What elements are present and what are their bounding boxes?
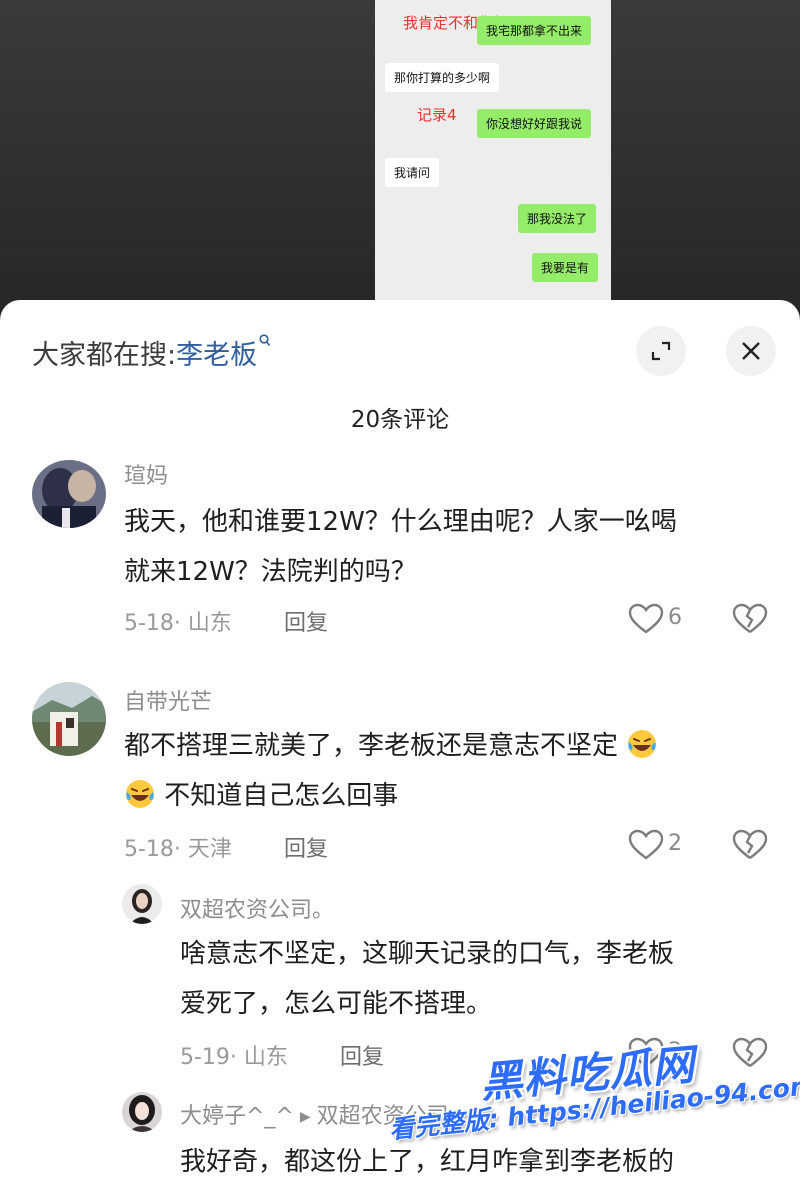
chat-message: 那你打算的多少啊 — [385, 63, 500, 92]
chat-message: 我宅那都拿不出来 — [477, 16, 592, 45]
search-icon — [259, 334, 271, 352]
laugh-cry-emoji-icon — [124, 778, 156, 810]
expand-icon — [651, 341, 671, 361]
comment-date-location: 5-18· 天津 — [124, 837, 232, 862]
chat-red-note: 记录4 — [417, 106, 457, 124]
expand-button[interactable] — [636, 326, 686, 376]
comment-date-location: 5-18· 山东 — [124, 611, 232, 636]
comment-text-line2: 就来12W？法院判的吗？ — [124, 557, 417, 587]
avatar[interactable] — [32, 460, 106, 528]
comment-author[interactable]: 自带光芒 — [124, 684, 212, 716]
comment-text-line2: 不知道自己怎么回事 — [164, 781, 399, 811]
comment-text-line1: 都不搭理三就美了，李老板还是意志不坚定 — [124, 731, 619, 761]
reply-arrow-icon: ▶ — [299, 1109, 311, 1125]
reply-author[interactable]: 大婷子^_^ — [180, 1104, 294, 1129]
reply-author[interactable]: 双超农资公司。 — [180, 892, 334, 924]
reply-text: 啥意志不坚定，这聊天记录的口气，李老板 — [180, 939, 675, 969]
chat-screenshot: 我肯定不和你俩嘎 我宅那都拿不出来 那你打算的多少啊 记录4 你没想好好跟我说 … — [375, 0, 611, 330]
comment-text-line2-wrap: 不知道自己怎么回事 — [124, 772, 398, 820]
dislike-broken-heart-icon[interactable] — [732, 829, 768, 865]
comment-text: 我天，他和谁要12W？什么理由呢？人家一吆喝 — [124, 507, 677, 537]
like-heart-icon[interactable] — [628, 603, 664, 639]
chat-message: 你没想好好跟我说 — [477, 109, 592, 138]
trending-search[interactable]: 大家都在搜: 李老板 — [32, 330, 271, 374]
comment-author[interactable]: 瑄妈 — [124, 458, 168, 490]
reply-button[interactable]: 回复 — [340, 1039, 384, 1071]
video-preview[interactable]: 我肯定不和你俩嘎 我宅那都拿不出来 那你打算的多少啊 记录4 你没想好好跟我说 … — [0, 0, 800, 330]
like-count: 6 — [668, 605, 682, 630]
reply-date-location: 5-19· 山东 — [180, 1045, 288, 1070]
chat-message: 我请问 — [385, 158, 440, 187]
trending-search-label: 大家都在搜: — [32, 339, 177, 371]
trending-search-term[interactable]: 李老板 — [176, 333, 257, 372]
reply-button[interactable]: 回复 — [284, 605, 328, 637]
reply-button[interactable]: 回复 — [284, 831, 328, 863]
chat-message: 我要是有 — [532, 253, 599, 282]
comment-text: 都不搭理三就美了，李老板还是意志不坚定 — [124, 722, 658, 770]
close-button[interactable] — [726, 326, 776, 376]
avatar[interactable] — [122, 884, 162, 924]
like-heart-icon[interactable] — [628, 829, 664, 865]
reply-text-line2: 爱死了，怎么可能不搭理。 — [180, 989, 493, 1019]
close-icon — [742, 342, 760, 360]
reply-text: 我好奇，都这份上了，红月咋拿到李老板的 — [180, 1147, 675, 1177]
avatar[interactable] — [122, 1092, 162, 1132]
dislike-broken-heart-icon[interactable] — [732, 1037, 768, 1073]
laugh-cry-emoji-icon — [626, 728, 658, 760]
comment-count-title: 20条评论 — [350, 407, 450, 433]
like-count: 2 — [668, 831, 682, 856]
avatar[interactable] — [32, 682, 106, 756]
chat-message: 那我没法了 — [518, 204, 597, 233]
dislike-broken-heart-icon[interactable] — [732, 603, 768, 639]
